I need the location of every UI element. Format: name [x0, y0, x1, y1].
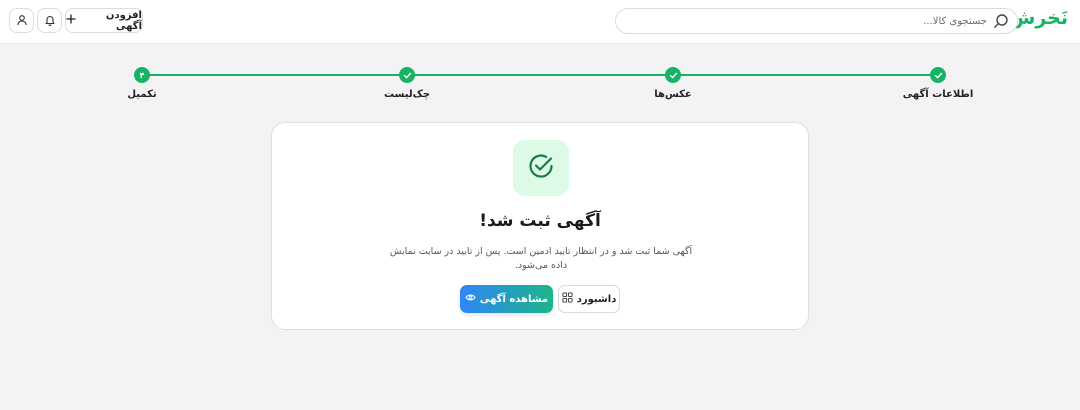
search-bar[interactable] [615, 8, 1018, 34]
step-3-check-icon [399, 67, 415, 83]
eye-icon [465, 292, 476, 306]
search-input[interactable] [647, 12, 987, 30]
success-card: آگهی ثبت شد! آگهی شما ثبت شد و در انتظار… [271, 122, 809, 330]
success-badge [513, 140, 569, 196]
step-1-label: اطلاعات آگهی [902, 89, 974, 100]
site-logo[interactable]: نَخرش [1009, 7, 1068, 29]
add-listing-button[interactable]: افزودن آگهی [65, 8, 143, 33]
dashboard-label: داشبورد [576, 293, 617, 305]
view-listing-label: مشاهده آگهی [479, 293, 549, 305]
step-2-check-icon [665, 67, 681, 83]
view-listing-button[interactable]: مشاهده آگهی [460, 285, 553, 313]
dashboard-button[interactable]: داشبورد [558, 285, 620, 313]
step-4-label: تکمیل [127, 89, 157, 100]
progress-stepper: اطلاعات آگهی عکس‌ها چک‌لیست ۴ تکمیل [0, 60, 1080, 110]
step-3-label: چک‌لیست [383, 89, 431, 100]
add-listing-label: افزودن آگهی [105, 9, 142, 32]
step-2-label: عکس‌ها [654, 89, 692, 100]
profile-button[interactable] [9, 8, 34, 33]
stepper-line [142, 74, 938, 76]
bell-icon [44, 11, 56, 30]
notifications-button[interactable] [37, 8, 62, 33]
success-message: آگهی شما ثبت شد و در انتظار تایید ادمین … [389, 246, 693, 271]
check-circle-icon [527, 152, 555, 184]
step-4-number: ۴ [134, 67, 150, 83]
user-icon [16, 11, 28, 30]
search-icon[interactable] [993, 13, 1009, 29]
success-title: آگهی ثبت شد! [479, 211, 601, 231]
dashboard-grid-icon [562, 292, 573, 306]
plus-icon [66, 14, 76, 27]
top-header: نَخرش افزودن آگهی [0, 0, 1080, 44]
step-1-check-icon [930, 67, 946, 83]
